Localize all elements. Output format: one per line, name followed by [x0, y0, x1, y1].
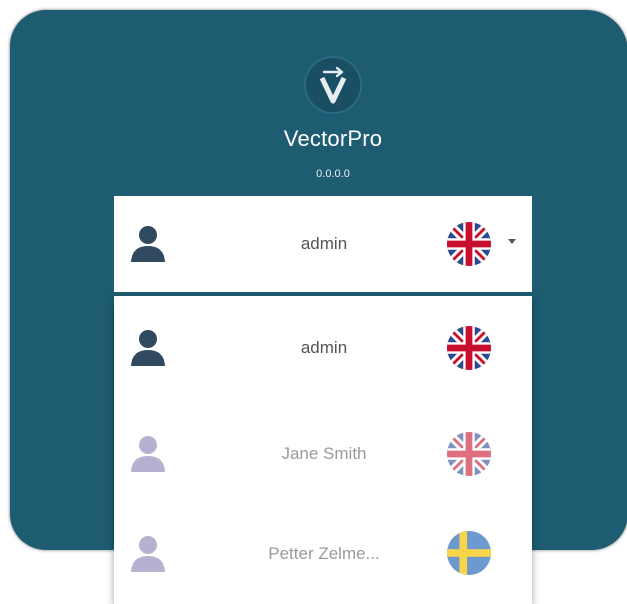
user-list-item[interactable]: Petter Zelme...	[114, 504, 532, 604]
vectorpro-logo-icon	[304, 56, 362, 114]
user-avatar-icon	[131, 436, 165, 472]
dropdown-caret-icon[interactable]	[508, 239, 516, 244]
uk-flag-icon	[446, 325, 492, 371]
app-version: 0.0.0.0	[316, 168, 350, 180]
user-name: admin	[300, 338, 348, 357]
user-list-item[interactable]: admin	[114, 296, 532, 400]
user-avatar-icon	[131, 226, 165, 262]
user-dropdown-list: admin Jane Smith Petter Zelme...	[114, 296, 532, 604]
user-avatar-icon	[131, 330, 165, 366]
app-title: VectorPro	[283, 126, 383, 151]
user-list-item[interactable]: Jane Smith	[114, 400, 532, 504]
selected-user-name: admin	[300, 234, 348, 253]
user-name: Petter Zelme...	[268, 544, 380, 563]
uk-flag-icon[interactable]	[446, 221, 492, 267]
user-avatar-icon	[131, 536, 165, 572]
uk-flag-icon	[446, 431, 492, 477]
sweden-flag-icon	[446, 530, 492, 576]
user-select[interactable]: admin	[114, 196, 532, 294]
user-name: Jane Smith	[281, 444, 367, 463]
